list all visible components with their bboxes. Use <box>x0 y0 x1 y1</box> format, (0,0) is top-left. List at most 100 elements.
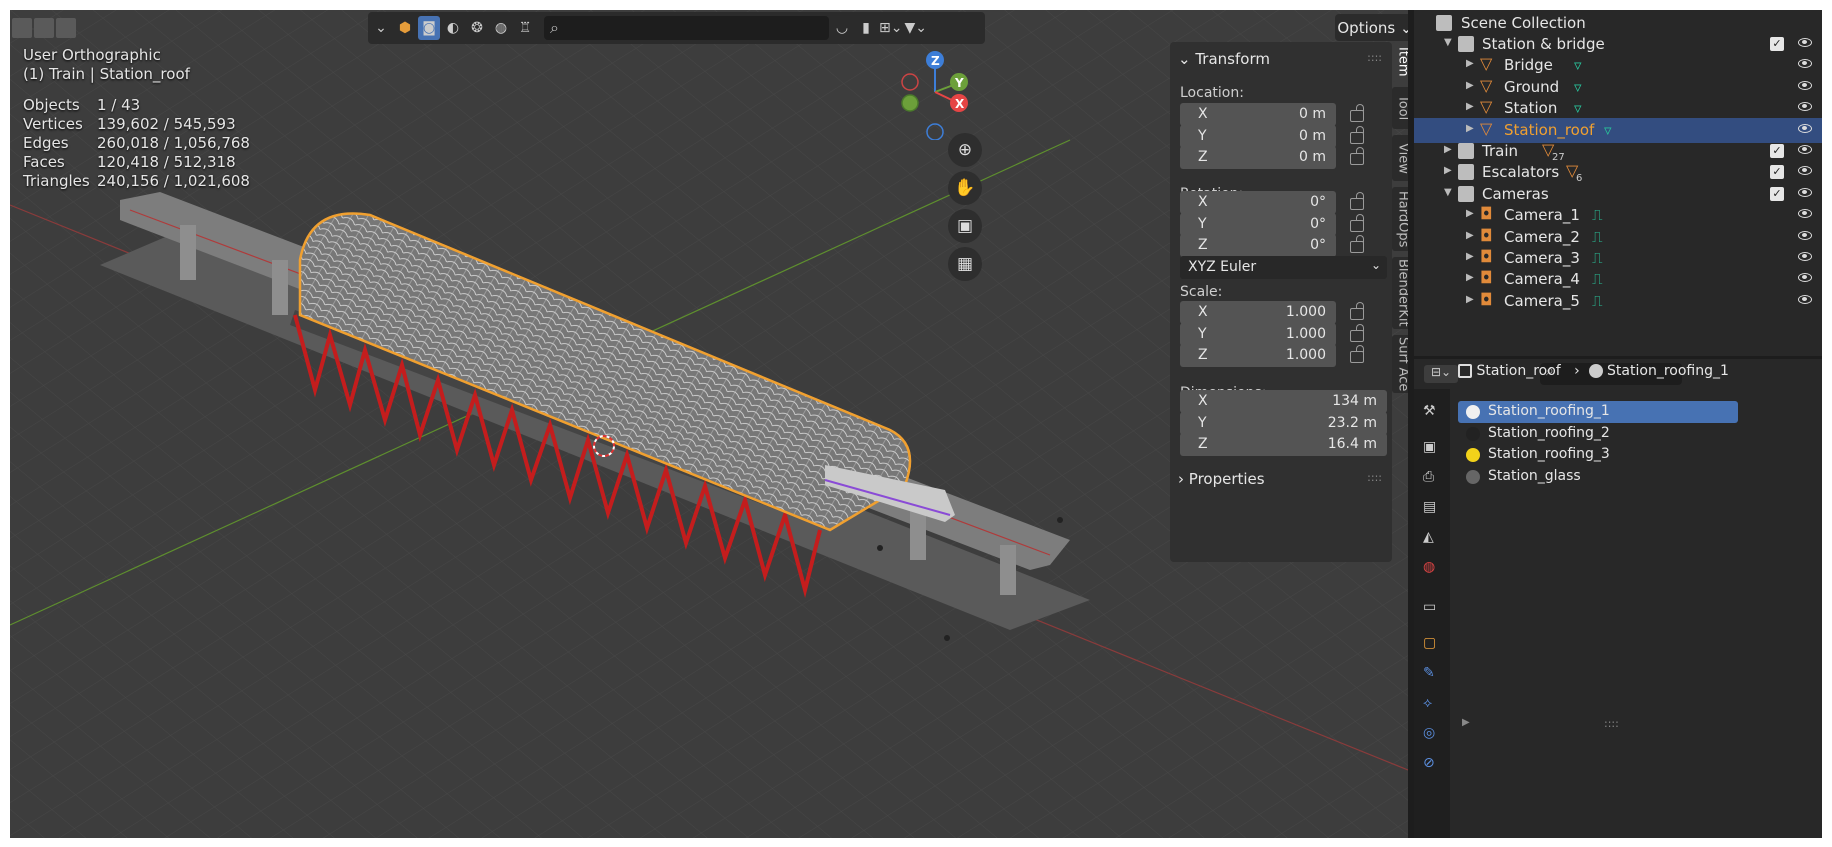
eye-visibility-icon[interactable] <box>1798 209 1812 219</box>
collection-icon[interactable]: ▭ <box>1423 599 1441 617</box>
chevron-down-icon[interactable]: ⌄ <box>370 16 392 40</box>
hierarchy-icon[interactable]: ⊞⌄ <box>879 16 902 40</box>
location-x-field[interactable]: X 0 m <box>1180 103 1336 126</box>
exclude-checkbox[interactable]: ✓ <box>1770 165 1784 180</box>
drag-handle-icon[interactable]: :::: <box>1367 471 1382 484</box>
dimensions-x-field[interactable]: X 134 m <box>1180 390 1387 413</box>
world-icon[interactable]: ◍ <box>490 16 512 40</box>
eye-visibility-icon[interactable] <box>1798 166 1812 176</box>
eye-visibility-icon[interactable] <box>1798 80 1812 90</box>
tab-blenderkit[interactable]: BlenderKit <box>1392 257 1408 329</box>
world-icon[interactable]: ◍ <box>1423 559 1441 577</box>
search-input[interactable]: ⌕ <box>544 16 829 40</box>
scale-x-field[interactable]: X 1.000 <box>1180 301 1336 324</box>
brush-icon[interactable]: ♖ <box>514 16 536 40</box>
filter-funnel-icon[interactable]: ◡ <box>831 16 853 40</box>
lock-icon[interactable] <box>1350 323 1364 342</box>
gizmo-neg-y[interactable] <box>901 94 919 112</box>
lock-icon[interactable] <box>1350 192 1364 210</box>
scene-icon[interactable]: ◭ <box>1423 529 1441 547</box>
object-icon[interactable]: ▢ <box>1423 635 1441 653</box>
eye-visibility-icon[interactable] <box>1798 123 1812 133</box>
gizmo-neg-x[interactable] <box>901 73 919 91</box>
dimensions-z-field[interactable]: Z 16.4 m <box>1180 433 1387 456</box>
expand-right-icon[interactable]: ▶ <box>1466 294 1474 305</box>
scale-z-field[interactable]: Z 1.000 <box>1180 344 1336 367</box>
location-z-field[interactable]: Z 0 m <box>1180 146 1336 169</box>
rotation-mode-dropdown[interactable]: XYZ Euler ⌄ <box>1180 256 1387 279</box>
rotation-x-field[interactable]: X 0° <box>1180 191 1336 214</box>
lock-icon[interactable] <box>1350 345 1364 363</box>
output-icon[interactable]: ⎙ <box>1423 469 1441 487</box>
options-button[interactable]: Options ⌄ <box>1335 14 1408 41</box>
exclude-checkbox[interactable]: ✓ <box>1770 186 1784 201</box>
expand-right-icon[interactable]: ▶ <box>1444 144 1452 155</box>
camera-view-icon[interactable]: ▣ <box>948 209 982 243</box>
expand-triangle-icon[interactable]: ▶ <box>1462 717 1470 728</box>
location-y-field[interactable]: Y 0 m <box>1180 124 1336 148</box>
rotation-y-field[interactable]: Y 0° <box>1180 212 1336 236</box>
render-shading-icon[interactable]: ❂ <box>466 16 488 40</box>
exclude-checkbox[interactable]: ✓ <box>1770 37 1784 51</box>
tab-tool[interactable]: Tool <box>1392 87 1408 129</box>
eye-visibility-icon[interactable] <box>1798 59 1812 69</box>
eye-visibility-icon[interactable] <box>1798 230 1812 240</box>
view-layer-icon[interactable]: ▤ <box>1423 499 1441 517</box>
properties-header[interactable]: › Properties <box>1178 470 1265 488</box>
scale-y-field[interactable]: Y 1.000 <box>1180 322 1336 346</box>
exclude-checkbox[interactable]: ✓ <box>1770 144 1784 158</box>
expand-right-icon[interactable]: ▶ <box>1466 251 1474 262</box>
expand-right-icon[interactable]: ▶ <box>1466 80 1474 91</box>
drag-handle-icon[interactable]: :::: <box>1367 51 1382 64</box>
expand-right-icon[interactable]: ▶ <box>1466 123 1474 134</box>
select-extend-icon[interactable] <box>34 18 54 38</box>
select-box-icon[interactable] <box>12 18 32 38</box>
editor-type-icon[interactable]: ⊟⌄ <box>1424 365 1458 383</box>
filter-icon[interactable]: ▼⌄ <box>904 16 927 40</box>
solid-shading-icon[interactable]: ◙ <box>418 16 440 40</box>
3d-viewport[interactable]: ⌄ ⬢ ◙ ◐ ❂ ◍ ♖ ⌕ ◡ ▮ ⊞⌄ ▼⌄ Options ⌄ User… <box>10 10 1408 838</box>
expand-down-icon[interactable]: ▼ <box>1444 187 1452 198</box>
eye-visibility-icon[interactable] <box>1798 187 1812 197</box>
pan-hand-icon[interactable]: ✋ <box>948 171 982 205</box>
outliner-row-camera-5[interactable]: ▶ ◘ Camera_5 ⎍ <box>1414 289 1822 314</box>
material-slot[interactable]: Station_roofing_1 <box>1458 401 1738 423</box>
select-subtract-icon[interactable] <box>56 18 76 38</box>
eye-visibility-icon[interactable] <box>1798 273 1812 283</box>
expand-right-icon[interactable]: ▶ <box>1466 272 1474 283</box>
material-slot[interactable]: Station_roofing_2 <box>1458 423 1738 445</box>
tab-surf-ace[interactable]: Surf Ace <box>1392 335 1408 393</box>
navigation-gizmo[interactable]: Z Y X <box>888 48 978 140</box>
lock-icon[interactable] <box>1350 147 1364 165</box>
material-slot[interactable]: Station_roofing_3 <box>1458 444 1738 466</box>
physics-icon[interactable]: ◎ <box>1423 725 1441 743</box>
gizmo-neg-z[interactable] <box>926 123 944 140</box>
overlay-cube-icon[interactable]: ⬢ <box>394 16 416 40</box>
tab-view[interactable]: View <box>1392 135 1408 181</box>
eye-visibility-icon[interactable] <box>1798 294 1812 304</box>
zoom-icon[interactable]: ⊕ <box>948 133 982 167</box>
constraints-icon[interactable]: ⊘ <box>1423 755 1441 773</box>
ortho-grid-icon[interactable]: ▦ <box>948 247 982 281</box>
tool-icon[interactable]: ⚒ <box>1423 403 1441 421</box>
rotation-z-field[interactable]: Z 0° <box>1180 234 1336 257</box>
bookmark-icon[interactable]: ▮ <box>855 16 877 40</box>
particles-icon[interactable]: ⟡ <box>1423 695 1441 713</box>
lock-icon[interactable] <box>1350 213 1364 232</box>
expand-right-icon[interactable]: ▶ <box>1466 101 1474 112</box>
eye-visibility-icon[interactable] <box>1798 102 1812 112</box>
tab-hardops[interactable]: HardOps <box>1392 187 1408 251</box>
modifier-wrench-icon[interactable]: ✎ <box>1423 665 1441 683</box>
lock-icon[interactable] <box>1350 235 1364 253</box>
render-icon[interactable]: ▣ <box>1423 439 1441 457</box>
expand-right-icon[interactable]: ▶ <box>1466 58 1474 69</box>
expand-right-icon[interactable]: ▶ <box>1444 165 1452 176</box>
expand-down-icon[interactable]: ▼ <box>1444 37 1452 48</box>
select-mode-icons[interactable] <box>12 18 76 38</box>
tab-item[interactable]: Item <box>1392 42 1408 82</box>
lock-icon[interactable] <box>1350 125 1364 144</box>
expand-right-icon[interactable]: ▶ <box>1466 208 1474 219</box>
material-shading-icon[interactable]: ◐ <box>442 16 464 40</box>
dimensions-y-field[interactable]: Y 23.2 m <box>1180 411 1387 435</box>
transform-header[interactable]: ⌄ Transform <box>1178 50 1270 68</box>
